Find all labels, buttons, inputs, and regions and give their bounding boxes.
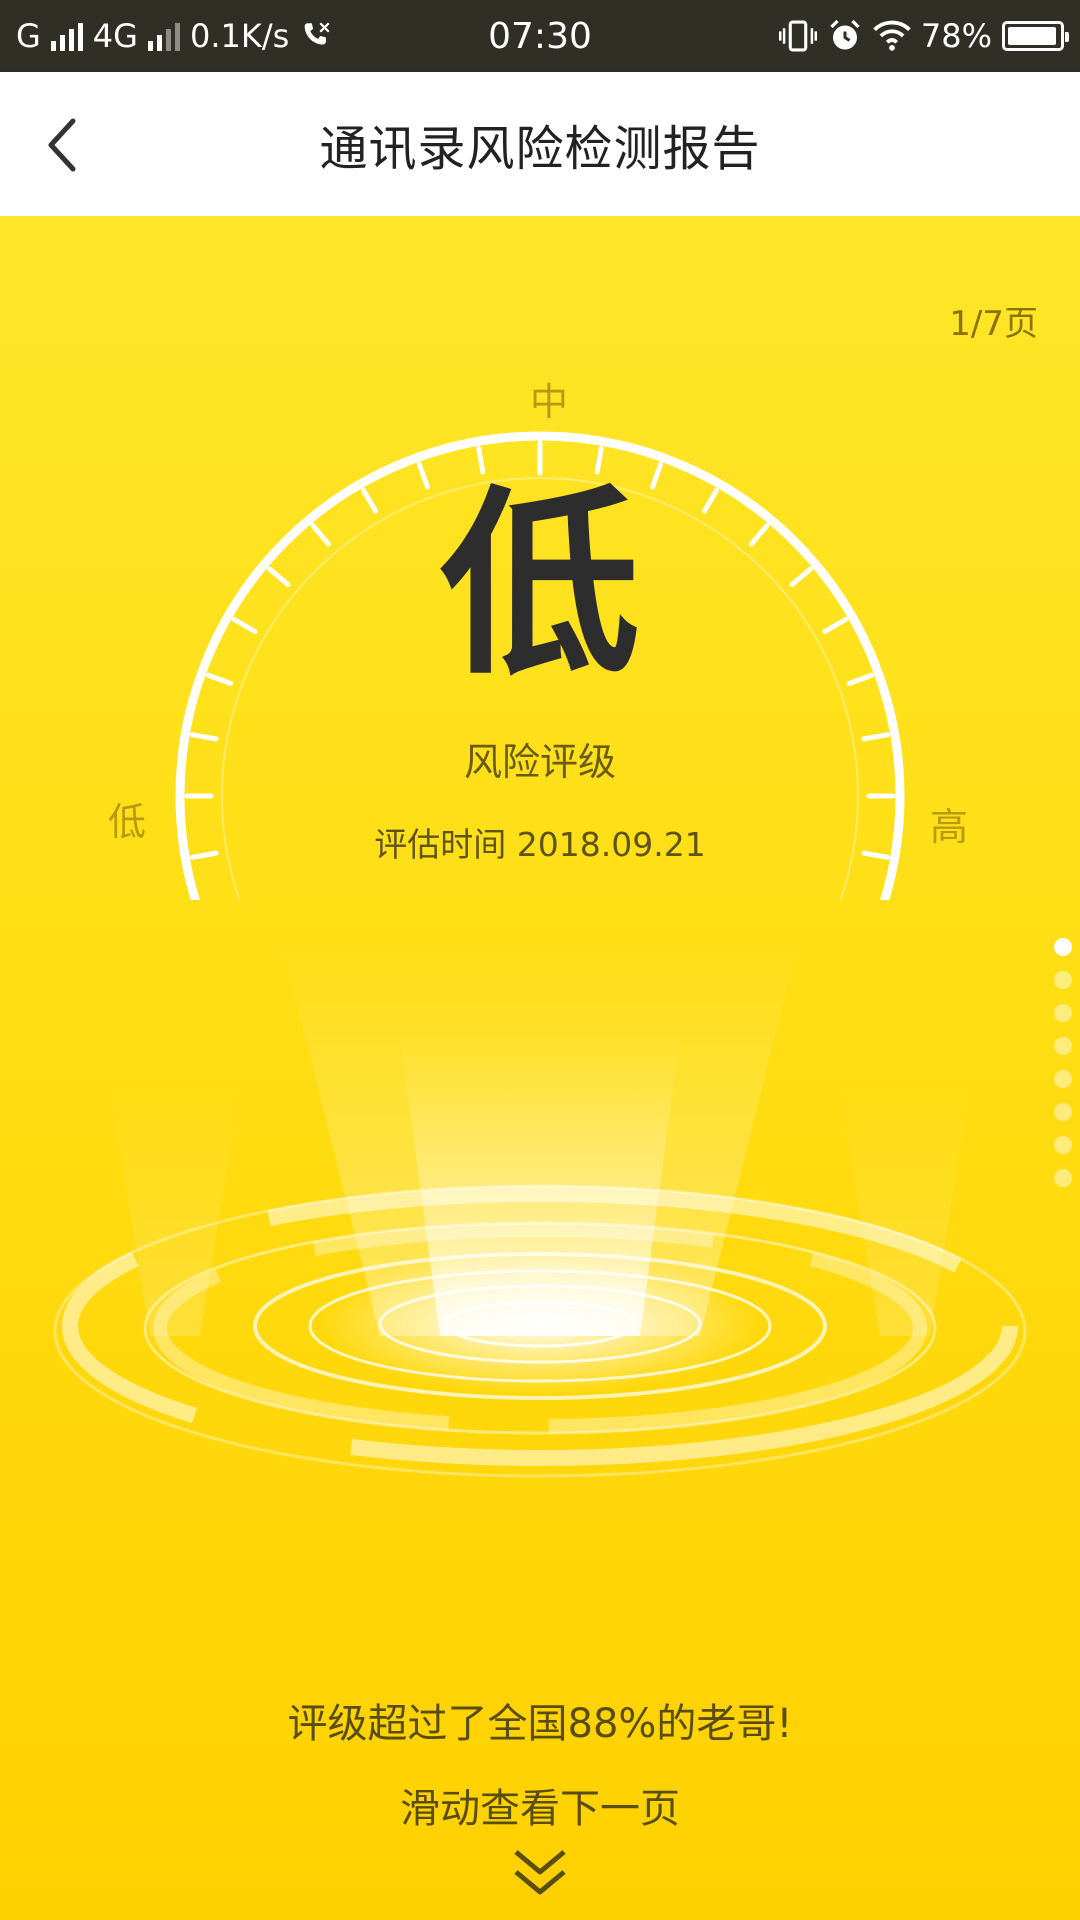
page-dot[interactable]: [1054, 1103, 1072, 1121]
chevron-left-icon: [48, 118, 76, 172]
status-bar: G 4G 0.1K/s 07:30 78%: [0, 0, 1080, 72]
risk-level: 低: [439, 469, 640, 702]
assessment-time: 评估时间 2018.09.21: [374, 825, 706, 864]
status-left: G 4G 0.1K/s: [16, 17, 333, 55]
back-button[interactable]: [28, 110, 98, 180]
app-header: 通讯录风险检测报告: [0, 72, 1080, 216]
page-title: 通讯录风险检测报告: [319, 121, 761, 177]
risk-caption: 风险评级: [463, 740, 616, 784]
page-dot[interactable]: [1054, 938, 1072, 956]
carrier-label-2: 4G: [92, 17, 138, 55]
battery-icon: [1002, 21, 1069, 51]
signal-icon-2: [147, 21, 180, 51]
network-speed: 0.1K/s: [189, 17, 290, 55]
double-chevron-down-icon[interactable]: [510, 1844, 570, 1904]
wifi-icon: [873, 20, 911, 51]
page-dot[interactable]: [1054, 1169, 1072, 1187]
summary-text: 评级超过了全国88%的老哥!: [287, 1701, 793, 1747]
call-icon: [304, 22, 330, 45]
page-dots: [1054, 938, 1072, 1187]
status-right: 78%: [778, 17, 1069, 55]
page-dot[interactable]: [1054, 1136, 1072, 1154]
screen: G 4G 0.1K/s 07:30 78% 通讯录风险检测报告 1/7页 中 低…: [0, 0, 1080, 1920]
page-dot[interactable]: [1054, 1037, 1072, 1055]
page-dot[interactable]: [1054, 1004, 1072, 1022]
alarm-icon: [830, 19, 860, 50]
carrier-label-1: G: [16, 17, 41, 55]
signal-icon: [50, 21, 83, 51]
page-dot[interactable]: [1054, 1070, 1072, 1088]
page-dot[interactable]: [1054, 971, 1072, 989]
battery-percent: 78%: [920, 17, 992, 55]
report-panel: 1/7页 中 低 高 低 风险评级 评估时间 2018.09.21 评级超过了全…: [0, 216, 1080, 1920]
gauge-label-mid: 中: [530, 380, 569, 424]
swipe-hint[interactable]: 滑动查看下一页: [0, 1776, 1080, 1834]
vibrate-icon: [778, 20, 817, 52]
